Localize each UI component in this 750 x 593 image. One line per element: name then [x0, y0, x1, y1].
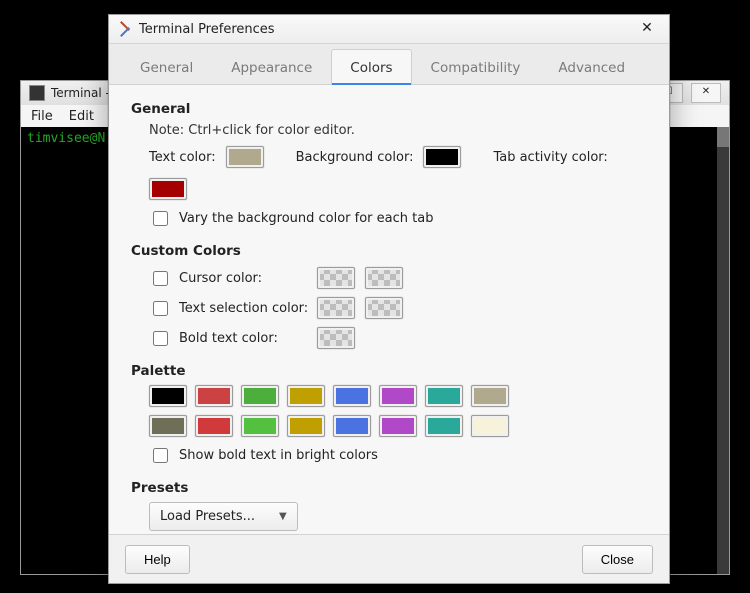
tab-compatibility[interactable]: Compatibility: [412, 49, 540, 84]
palette-color-0-1[interactable]: [195, 385, 233, 407]
section-presets-title: Presets: [131, 480, 647, 496]
terminal-prompt-host: N: [97, 131, 105, 146]
selection-color-well-bg[interactable]: [365, 297, 403, 319]
show-bold-bright-checkbox[interactable]: [153, 448, 168, 463]
bold-color-label: Bold text color:: [179, 331, 278, 346]
palette-color-0-0[interactable]: [149, 385, 187, 407]
bold-color-well[interactable]: [317, 327, 355, 349]
preferences-dialog: Terminal Preferences ✕ General Appearanc…: [108, 14, 670, 584]
background-color-label: Background color:: [296, 150, 414, 165]
section-general-title: General: [131, 101, 647, 117]
text-color-label: Text color:: [149, 150, 216, 165]
cursor-color-checkbox[interactable]: [153, 271, 168, 286]
palette-color-0-6[interactable]: [425, 385, 463, 407]
cursor-color-label: Cursor color:: [179, 271, 262, 286]
background-color-well[interactable]: [423, 146, 461, 168]
tab-appearance[interactable]: Appearance: [212, 49, 331, 84]
chevron-down-icon: ▼: [279, 511, 287, 522]
load-presets-dropdown[interactable]: Load Presets... ▼: [149, 502, 298, 531]
tabs: General Appearance Colors Compatibility …: [109, 44, 669, 85]
terminal-prompt-user: timvisee: [27, 131, 90, 146]
section-custom-title: Custom Colors: [131, 243, 647, 259]
bold-color-checkbox[interactable]: [153, 331, 168, 346]
preferences-icon: [117, 21, 133, 37]
tab-advanced[interactable]: Advanced: [539, 49, 644, 84]
close-button[interactable]: Close: [582, 545, 653, 574]
palette-color-1-7[interactable]: [471, 415, 509, 437]
terminal-scrollbar-thumb[interactable]: [717, 127, 729, 147]
cursor-color-well-bg[interactable]: [365, 267, 403, 289]
palette-color-0-2[interactable]: [241, 385, 279, 407]
terminal-scrollbar[interactable]: [717, 127, 729, 574]
tab-activity-color-well[interactable]: [149, 178, 187, 200]
vary-background-label: Vary the background color for each tab: [179, 211, 433, 226]
terminal-menu-edit[interactable]: Edit: [69, 109, 94, 124]
palette-color-1-1[interactable]: [195, 415, 233, 437]
show-bold-bright-label: Show bold text in bright colors: [179, 448, 378, 463]
tab-colors[interactable]: Colors: [331, 49, 411, 84]
section-palette-title: Palette: [131, 363, 647, 379]
palette-color-1-6[interactable]: [425, 415, 463, 437]
selection-color-checkbox[interactable]: [153, 301, 168, 316]
palette-color-0-7[interactable]: [471, 385, 509, 407]
palette-color-1-4[interactable]: [333, 415, 371, 437]
dialog-titlebar: Terminal Preferences ✕: [109, 15, 669, 44]
color-editor-note: Note: Ctrl+click for color editor.: [149, 123, 647, 138]
dialog-footer: Help Close: [109, 534, 669, 583]
palette-color-1-3[interactable]: [287, 415, 325, 437]
help-button[interactable]: Help: [125, 545, 190, 574]
dialog-title: Terminal Preferences: [139, 22, 275, 37]
palette-color-0-5[interactable]: [379, 385, 417, 407]
terminal-icon: [29, 85, 45, 101]
selection-color-label: Text selection color:: [179, 301, 308, 316]
text-color-well[interactable]: [226, 146, 264, 168]
vary-background-checkbox[interactable]: [153, 211, 168, 226]
text-background-row: Text color: Background color: Tab activi…: [149, 146, 647, 200]
palette-color-1-2[interactable]: [241, 415, 279, 437]
tab-activity-color-label: Tab activity color:: [493, 150, 607, 165]
palette-color-0-3[interactable]: [287, 385, 325, 407]
tab-general[interactable]: General: [121, 49, 212, 84]
palette-grid: [149, 385, 529, 437]
selection-color-well-fg[interactable]: [317, 297, 355, 319]
terminal-menu-file[interactable]: File: [31, 109, 53, 124]
tab-body-colors: General Note: Ctrl+click for color edito…: [109, 85, 669, 534]
palette-color-1-0[interactable]: [149, 415, 187, 437]
terminal-close-button[interactable]: ✕: [691, 83, 721, 103]
cursor-color-well-fg[interactable]: [317, 267, 355, 289]
dialog-close-button[interactable]: ✕: [633, 19, 661, 39]
palette-color-1-5[interactable]: [379, 415, 417, 437]
load-presets-label: Load Presets...: [160, 509, 255, 524]
palette-color-0-4[interactable]: [333, 385, 371, 407]
